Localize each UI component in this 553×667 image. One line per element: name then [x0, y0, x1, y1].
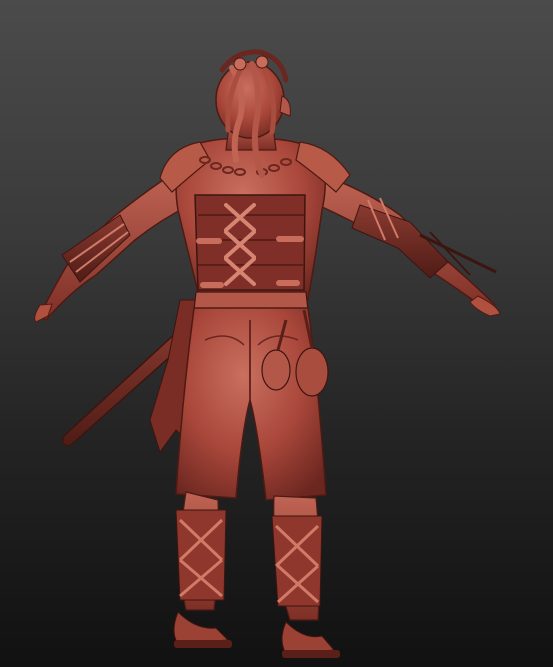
laced-corset — [194, 194, 306, 291]
sculpt-viewport[interactable] — [0, 0, 553, 667]
character-sculpt — [34, 49, 501, 658]
right-arm — [317, 173, 501, 317]
leg-wraps — [175, 509, 323, 607]
left-arm — [34, 168, 191, 323]
